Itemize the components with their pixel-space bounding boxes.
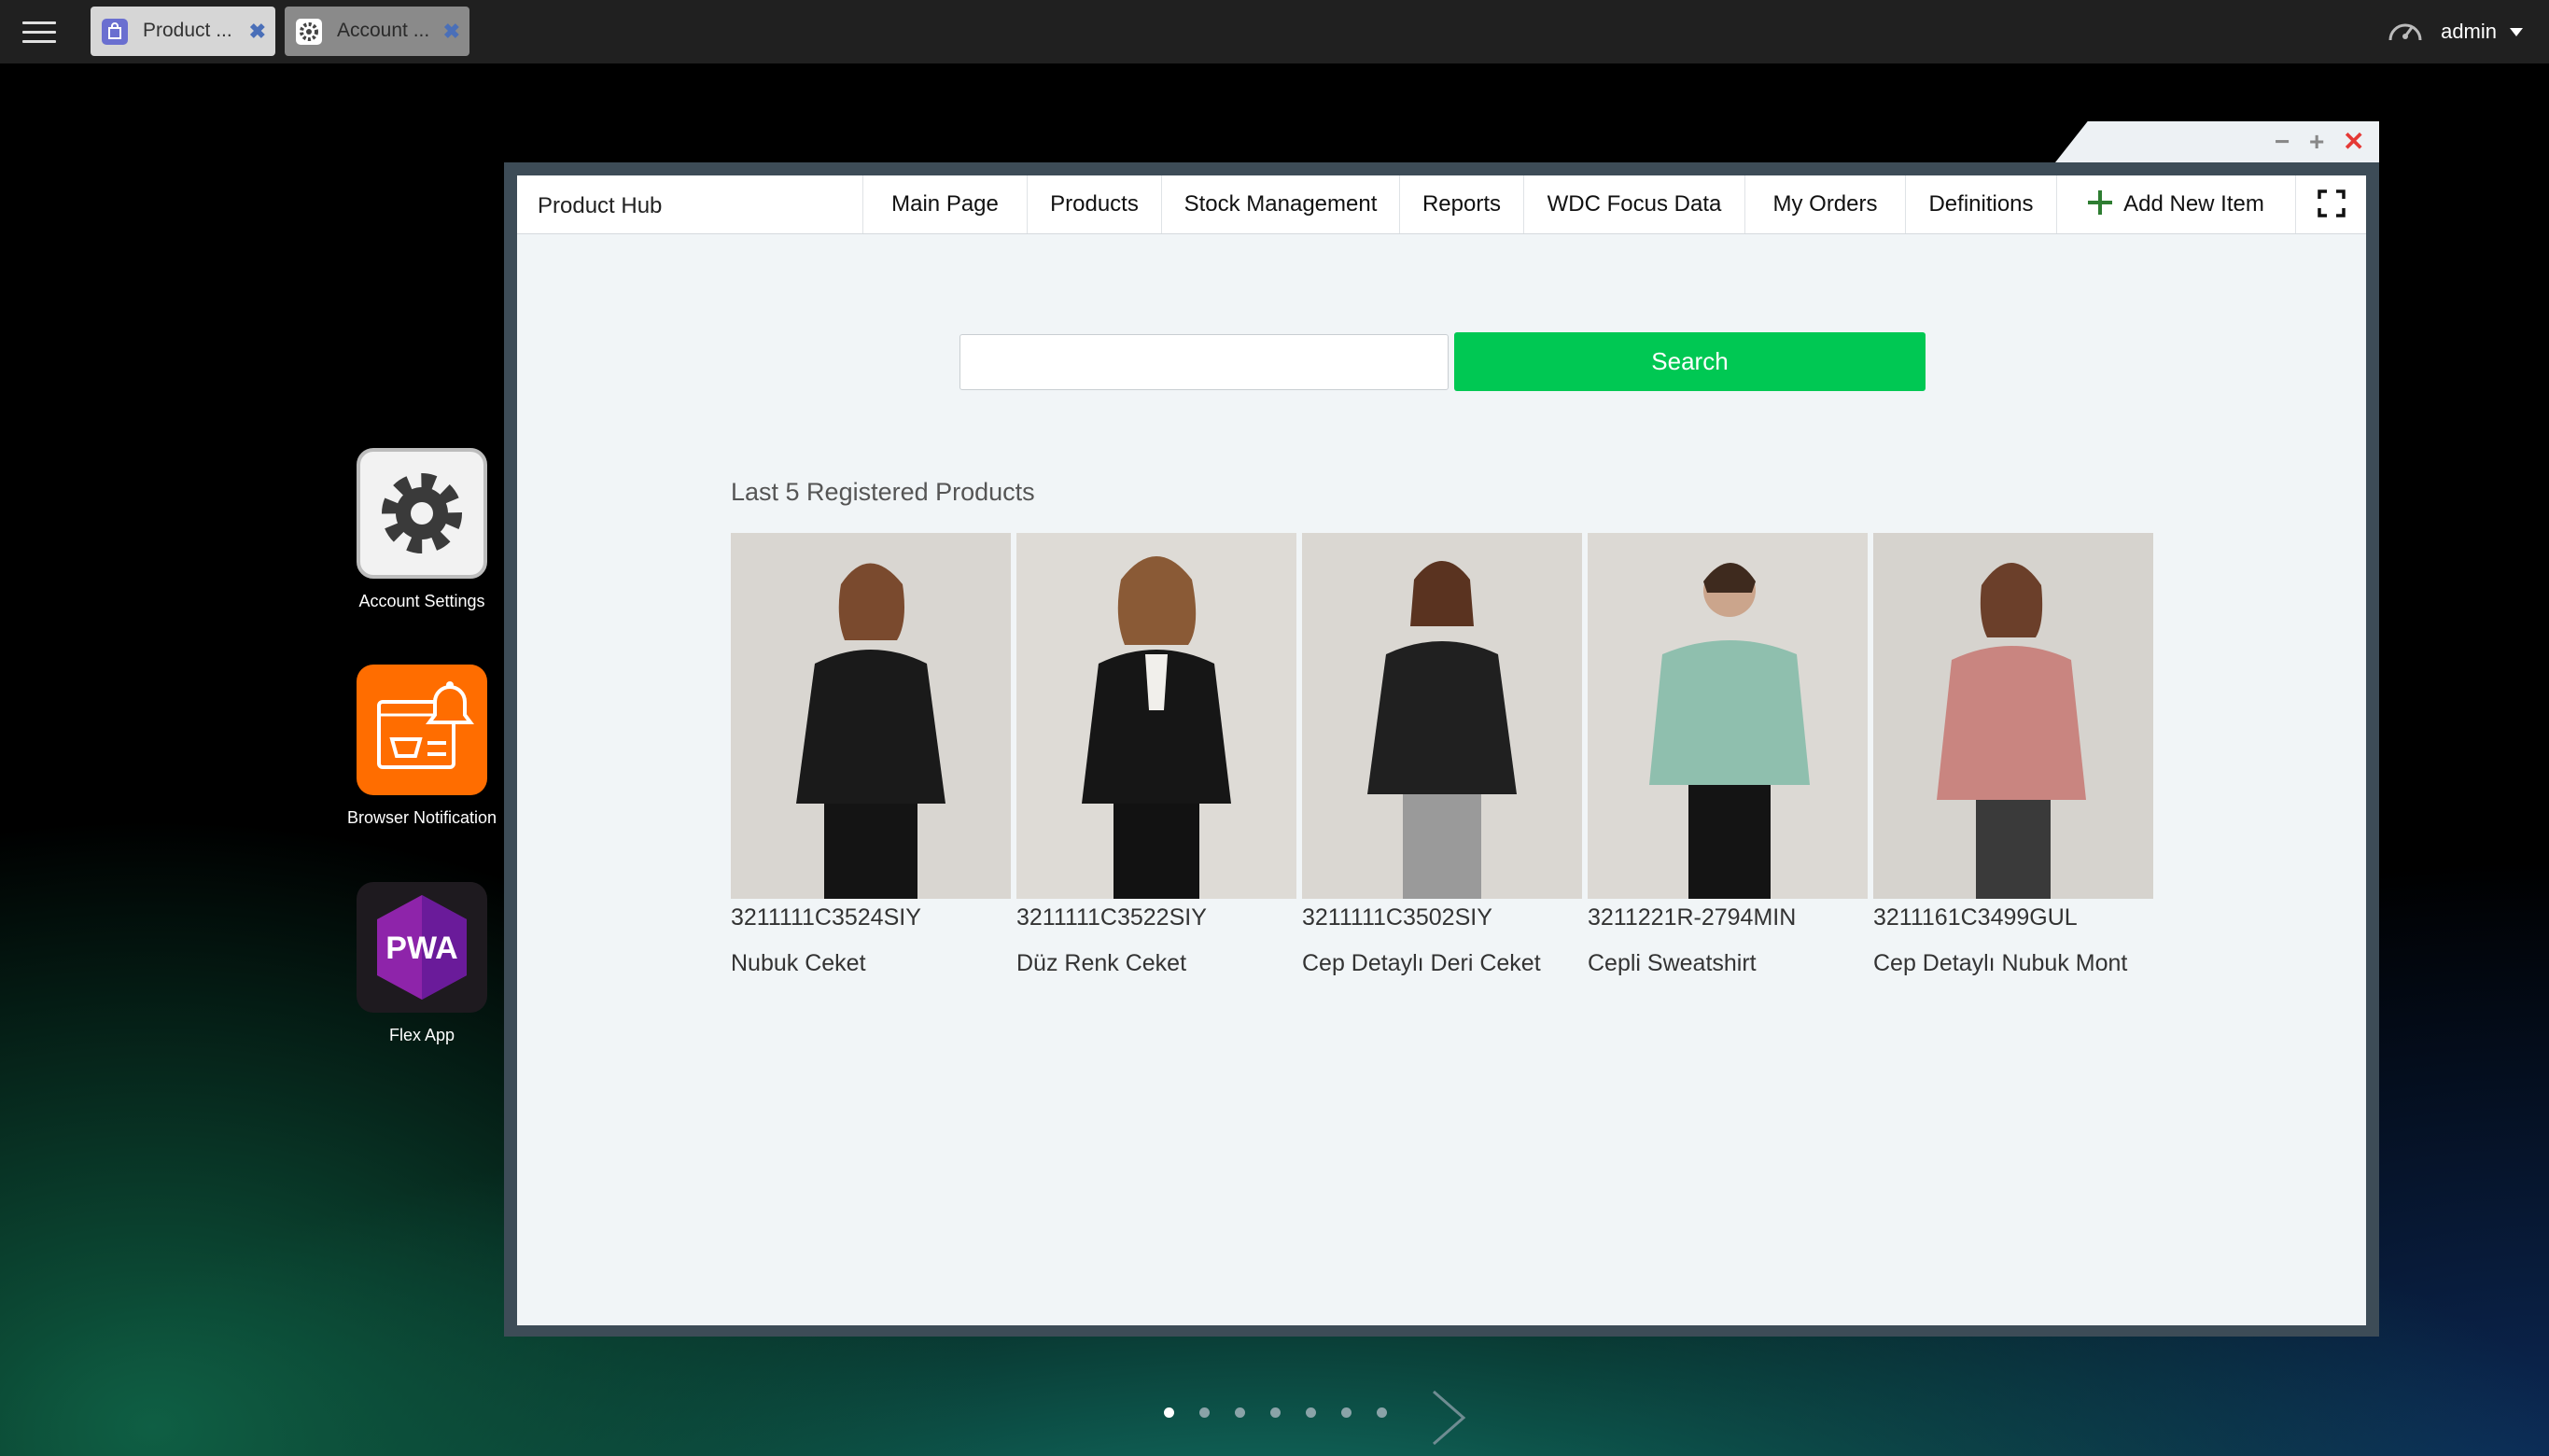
- navbar: Product Hub Main Page Products Stock Man…: [517, 175, 2366, 234]
- dashboard-gauge-icon[interactable]: [2387, 14, 2424, 50]
- desktop-icon-browser-notification[interactable]: Browser Notification: [329, 665, 515, 828]
- desktop-icon-label: Flex App: [388, 1026, 455, 1044]
- product-card[interactable]: 3211111C3502SIY Cep Detaylı Deri Ceket: [1302, 533, 1582, 977]
- taskbar: Product ... ✖ Account ... ✖ admin: [0, 0, 2549, 63]
- tab-label: Product ...: [143, 20, 232, 41]
- product-name: Cepli Sweatshirt: [1588, 950, 1757, 976]
- search-input[interactable]: [959, 334, 1449, 390]
- product-card[interactable]: 3211111C3524SIY Nubuk Ceket: [731, 533, 1011, 977]
- plus-icon: [2088, 190, 2113, 215]
- minimize-icon[interactable]: −: [2275, 129, 2290, 155]
- product-name: Cep Detaylı Deri Ceket: [1302, 950, 1541, 976]
- desktop-icon-label: Browser Notification: [346, 808, 497, 827]
- nav-products[interactable]: Products: [1027, 175, 1161, 233]
- product-name: Nubuk Ceket: [731, 950, 866, 976]
- page-dot[interactable]: [1235, 1407, 1245, 1418]
- product-card[interactable]: 3211221R-2794MIN Cepli Sweatshirt: [1588, 533, 1868, 977]
- user-menu[interactable]: admin: [2387, 13, 2523, 50]
- product-image[interactable]: [1302, 533, 1582, 899]
- fullscreen-icon[interactable]: [2295, 175, 2366, 233]
- pwa-icon: PWA: [357, 882, 487, 1013]
- add-new-item-label: Add New Item: [2123, 191, 2264, 217]
- page-dot[interactable]: [1199, 1407, 1210, 1418]
- product-code: 3211111C3522SIY: [1016, 904, 1207, 931]
- tab-product-hub[interactable]: Product ... ✖: [91, 7, 275, 56]
- product-image[interactable]: [1873, 533, 2153, 899]
- close-icon[interactable]: ✖: [443, 20, 460, 44]
- desktop-icon-account-settings[interactable]: Account Settings: [329, 448, 515, 611]
- nav-definitions[interactable]: Definitions: [1905, 175, 2056, 233]
- product-card[interactable]: 3211161C3499GUL Cep Detaylı Nubuk Mont: [1873, 533, 2153, 977]
- product-name: Cep Detaylı Nubuk Mont: [1873, 950, 2128, 976]
- app-content: Product Hub Main Page Products Stock Man…: [517, 175, 2366, 1325]
- section-title: Last 5 Registered Products: [731, 478, 1035, 506]
- search-button[interactable]: Search: [1454, 332, 1926, 391]
- gear-icon: [357, 448, 487, 579]
- app-window: Product Hub Main Page Products Stock Man…: [504, 162, 2379, 1337]
- desktop-icon-label: Account Settings: [358, 592, 485, 610]
- svg-text:PWA: PWA: [385, 931, 457, 966]
- nav-main-page[interactable]: Main Page: [862, 175, 1027, 233]
- tab-label: Account ...: [337, 20, 430, 41]
- nav-wdc-focus-data[interactable]: WDC Focus Data: [1523, 175, 1744, 233]
- desktop-icon-flex-app[interactable]: PWA Flex App: [329, 882, 515, 1045]
- tab-account-settings[interactable]: Account ... ✖: [285, 7, 469, 56]
- window-titlebar[interactable]: [2055, 121, 2379, 162]
- product-code: 3211111C3524SIY: [731, 904, 921, 931]
- shopping-bag-icon: [102, 19, 128, 45]
- page-dot[interactable]: [1270, 1407, 1281, 1418]
- product-image[interactable]: [1016, 533, 1296, 899]
- product-code: 3211111C3502SIY: [1302, 904, 1492, 931]
- page-dot[interactable]: [1377, 1407, 1387, 1418]
- product-code: 3211221R-2794MIN: [1588, 904, 1797, 931]
- username[interactable]: admin: [2441, 20, 2497, 44]
- product-image[interactable]: [731, 533, 1011, 899]
- page-indicator: [1164, 1407, 1387, 1418]
- close-icon[interactable]: ✖: [249, 20, 266, 44]
- chevron-right-icon[interactable]: [1428, 1388, 1469, 1452]
- product-name: Düz Renk Ceket: [1016, 950, 1187, 976]
- page-dot[interactable]: [1306, 1407, 1316, 1418]
- nav-my-orders[interactable]: My Orders: [1744, 175, 1905, 233]
- add-new-item-button[interactable]: Add New Item: [2056, 175, 2295, 233]
- gear-icon: [296, 19, 322, 45]
- notification-bell-icon: [357, 665, 487, 795]
- product-image[interactable]: [1588, 533, 1868, 899]
- nav-stock-management[interactable]: Stock Management: [1161, 175, 1399, 233]
- product-card[interactable]: 3211111C3522SIY Düz Renk Ceket: [1016, 533, 1296, 977]
- close-icon[interactable]: ✕: [2343, 129, 2364, 155]
- brand-title[interactable]: Product Hub: [538, 193, 662, 219]
- maximize-icon[interactable]: +: [2309, 129, 2324, 155]
- nav-reports[interactable]: Reports: [1399, 175, 1523, 233]
- chevron-down-icon[interactable]: [2510, 27, 2523, 36]
- page-dot[interactable]: [1164, 1407, 1174, 1418]
- hamburger-menu-icon[interactable]: [22, 17, 56, 47]
- page-dot[interactable]: [1341, 1407, 1352, 1418]
- product-code: 3211161C3499GUL: [1873, 904, 2078, 931]
